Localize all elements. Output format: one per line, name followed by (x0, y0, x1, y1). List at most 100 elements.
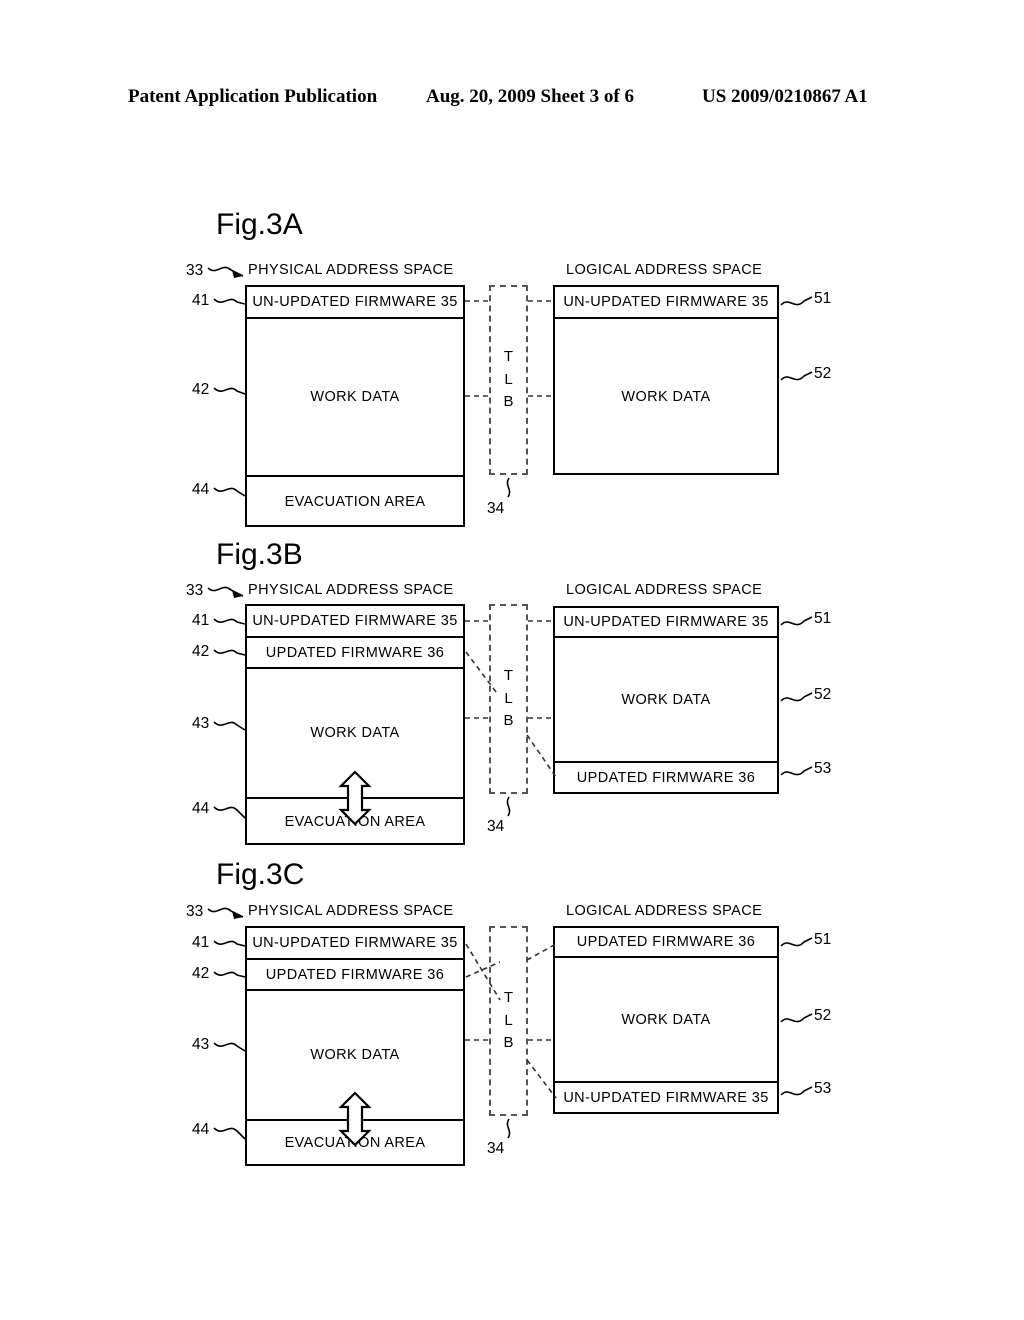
figure-3a-tlb-box: T L B (489, 285, 528, 475)
figure-3a-tlb-letter-l: L (504, 370, 513, 388)
leader-44-a (213, 487, 246, 497)
leader-33-a-arrowhead (232, 270, 243, 278)
patent-figure-page: Patent Application Publication Aug. 20, … (0, 0, 1024, 1320)
figure-3a-physical-row-1: WORK DATA (247, 319, 463, 477)
figure-3c-title: Fig.3C (216, 858, 305, 891)
figure-3b-physical-row-3: EVACUATION AREA (284, 813, 426, 830)
figure-3a-logical-row-1: WORK DATA (621, 388, 711, 405)
figure-3b-title: Fig.3B (216, 538, 303, 571)
leader-51-c (780, 937, 813, 947)
figure-3a-physical-row-2: EVACUATION AREA (284, 493, 426, 510)
figure-3a-tlb-letter-b: B (503, 393, 514, 411)
figure-3b-ref-43: 43 (192, 715, 210, 732)
map-3b-updated-right-diagonal (526, 734, 557, 778)
figure-3a-logical-caption: LOGICAL ADDRESS SPACE (566, 262, 763, 278)
figure-3c-ref-41: 41 (192, 934, 210, 951)
figure-3c-physical-row-1: UPDATED FIRMWARE 36 (247, 960, 463, 991)
figure-3a-ref-42: 42 (192, 381, 210, 398)
figure-3c-tlb-letter-b: B (503, 1034, 514, 1052)
figure-3a-ref-34: 34 (487, 500, 505, 517)
figure-3b-physical-row-0: UN-UPDATED FIRMWARE 35 (247, 606, 463, 638)
figure-3a-physical-row-0: UN-UPDATED FIRMWARE 35 (247, 287, 463, 319)
leader-42-c (213, 971, 246, 978)
figure-3b-logical-row-0: UN-UPDATED FIRMWARE 35 (555, 608, 777, 638)
leader-34-c (506, 1118, 511, 1139)
figure-3b-tlb-letter-t: T (503, 667, 514, 685)
figure-3a-ref-41: 41 (192, 292, 210, 309)
figure-3c-tlb-letter-t: T (503, 989, 514, 1007)
leader-41-c (213, 940, 246, 947)
leader-53-b (780, 766, 813, 776)
figure-3c-tlb-box: T L B (489, 926, 528, 1116)
figure-3b-physical-caption: PHYSICAL ADDRESS SPACE (248, 582, 454, 598)
figure-3a-physical-box: UN-UPDATED FIRMWARE 35 WORK DATA EVACUAT… (245, 285, 465, 527)
figure-3c-physical-row-2: WORK DATA (247, 991, 463, 1121)
figure-3c-logical-row-0: UPDATED FIRMWARE 36 (555, 928, 777, 958)
figure-3c-ref-44: 44 (192, 1121, 210, 1138)
figure-3b-ref-41: 41 (192, 612, 210, 629)
figure-3b-ref-53: 53 (814, 760, 832, 777)
leader-42-b (213, 649, 246, 656)
figure-3a-logical-box: UN-UPDATED FIRMWARE 35 WORK DATA (553, 285, 779, 475)
leader-33-b-arrowhead (232, 590, 243, 598)
figure-3c-physical-row-0: UN-UPDATED FIRMWARE 35 (247, 928, 463, 960)
leader-33-c (207, 907, 244, 918)
leader-52-a (780, 371, 813, 381)
figure-3b-physical-box: UN-UPDATED FIRMWARE 35 UPDATED FIRMWARE … (245, 604, 465, 845)
figure-3a-logical-row-0: UN-UPDATED FIRMWARE 35 (555, 287, 777, 319)
figure-3c-ref-52: 52 (814, 1007, 832, 1024)
leader-33-c-arrowhead (232, 911, 243, 919)
header-publication: Patent Application Publication (128, 86, 378, 107)
figure-3b-logical-caption: LOGICAL ADDRESS SPACE (566, 582, 763, 598)
leader-44-b (213, 806, 246, 819)
figure-3b-logical-row-1: WORK DATA (555, 638, 777, 763)
figure-3b-ref-34: 34 (487, 818, 505, 835)
figure-3b-logical-box: UN-UPDATED FIRMWARE 35 WORK DATA UPDATED… (553, 606, 779, 794)
figure-3b-physical-row-2: WORK DATA (247, 669, 463, 799)
figure-3a-tlb-letter-t: T (503, 348, 514, 366)
header-date-sheet: Aug. 20, 2009 Sheet 3 of 6 (426, 86, 634, 107)
leader-33-b (207, 586, 244, 597)
figure-3c-ref-42: 42 (192, 965, 210, 982)
figure-3c-logical-row-1: WORK DATA (555, 958, 777, 1083)
figure-3c-physical-box: UN-UPDATED FIRMWARE 35 UPDATED FIRMWARE … (245, 926, 465, 1166)
leader-51-b (780, 616, 813, 626)
figure-3a-ref-51: 51 (814, 290, 832, 307)
figure-3c-physical-caption: PHYSICAL ADDRESS SPACE (248, 903, 454, 919)
header-patent-number: US 2009/0210867 A1 (702, 86, 868, 107)
figure-3a-title: Fig.3A (216, 208, 303, 241)
figure-3b-tlb-letter-b: B (503, 712, 514, 730)
figure-3c-tlb-letter-l: L (504, 1011, 513, 1029)
figure-3b-tlb-letter-l: L (504, 689, 513, 707)
figure-3a-physical-caption: PHYSICAL ADDRESS SPACE (248, 262, 454, 278)
leader-53-c (780, 1086, 813, 1096)
figure-3b-tlb-box: T L B (489, 604, 528, 794)
leader-52-b (780, 692, 813, 702)
figure-3c-ref-34: 34 (487, 1140, 505, 1157)
figure-3c-ref-51: 51 (814, 931, 832, 948)
leader-51-a (780, 296, 813, 306)
figure-3b-ref-42: 42 (192, 643, 210, 660)
figure-3c-logical-box: UPDATED FIRMWARE 36 WORK DATA UN-UPDATED… (553, 926, 779, 1114)
figure-3c-logical-row-2: UN-UPDATED FIRMWARE 35 (563, 1090, 769, 1106)
leader-43-c (213, 1042, 246, 1052)
figure-3b-ref-52: 52 (814, 686, 832, 703)
figure-3b-ref-44: 44 (192, 800, 210, 817)
figure-3b-ref-51: 51 (814, 610, 832, 627)
leader-34-a (506, 477, 511, 498)
leader-41-b (213, 618, 246, 625)
leader-34-b (506, 796, 511, 817)
leader-44-c (213, 1127, 246, 1140)
figure-3c-logical-caption: LOGICAL ADDRESS SPACE (566, 903, 763, 919)
figure-3c-ref-33: 33 (186, 903, 204, 920)
figure-3c-ref-43: 43 (192, 1036, 210, 1053)
figure-3c-physical-row-3: EVACUATION AREA (284, 1135, 426, 1151)
figure-3a-ref-33: 33 (186, 262, 204, 279)
map-3c-updated-right-diagonal (526, 943, 557, 961)
map-3c-unupdated-right-diagonal (526, 1059, 557, 1099)
leader-41-a (213, 298, 246, 305)
leader-33-a (207, 266, 244, 277)
leader-42-a (213, 387, 246, 395)
leader-43-b (213, 721, 246, 731)
figure-3b-ref-33: 33 (186, 582, 204, 599)
